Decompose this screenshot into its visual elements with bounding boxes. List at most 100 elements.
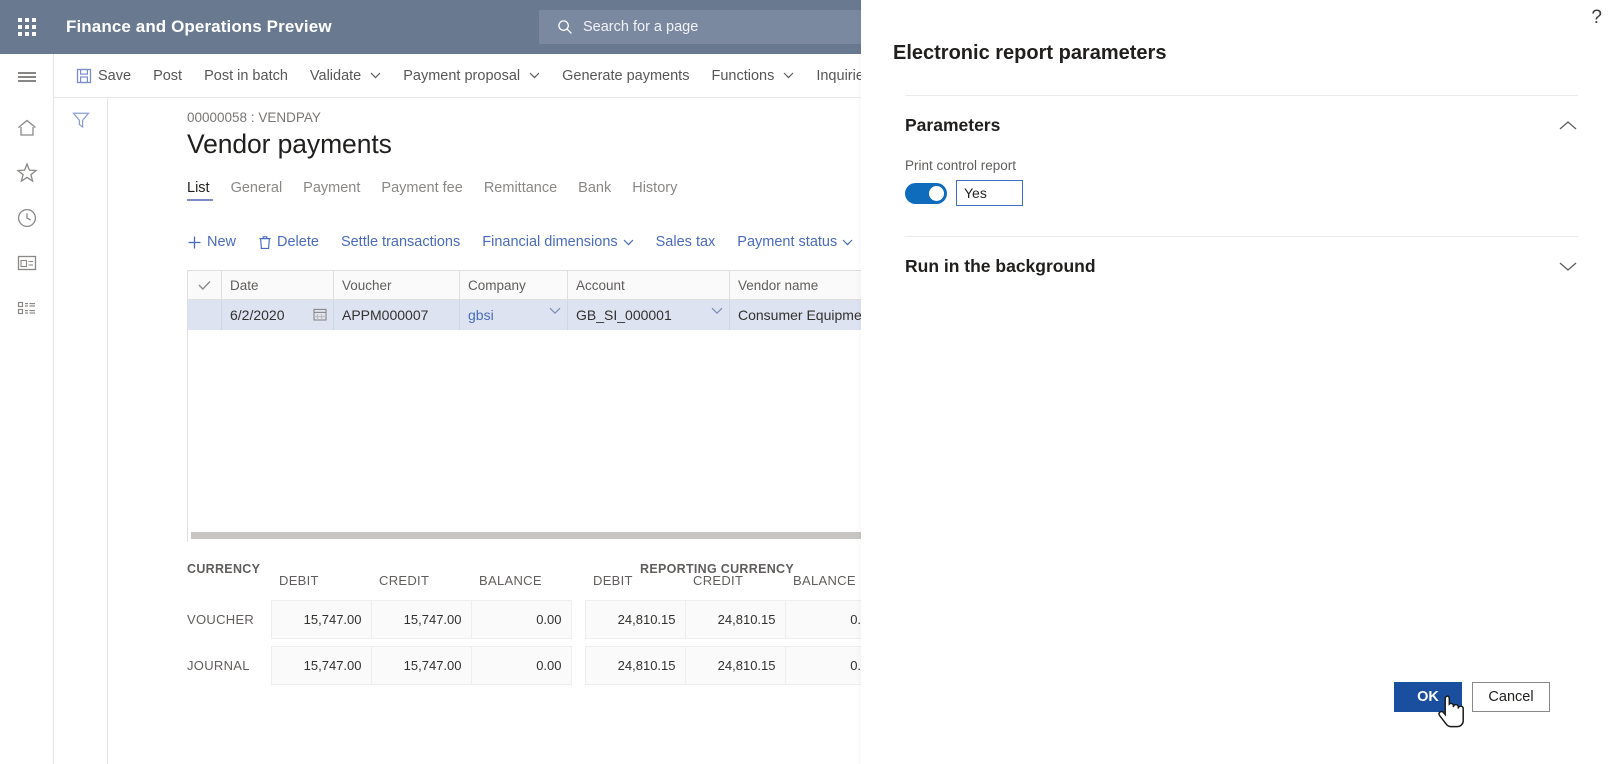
totals-value: 15,747.00 <box>370 599 472 639</box>
sidebar-item-modules[interactable] <box>0 285 54 330</box>
settle-transactions-button[interactable]: Settle transactions <box>341 234 460 250</box>
financial-dimensions-button[interactable]: Financial dimensions <box>482 234 634 250</box>
chevron-up-icon[interactable] <box>1558 120 1578 131</box>
hamburger-icon[interactable] <box>0 54 54 99</box>
home-icon <box>18 119 36 136</box>
chevron-down-icon[interactable] <box>711 307 723 315</box>
toolbar-item-post[interactable]: Post <box>142 54 193 97</box>
tab-payment[interactable]: Payment <box>303 174 381 205</box>
toolbar-item-functions[interactable]: Functions <box>700 54 805 97</box>
toolbar-item-save[interactable]: Save <box>54 54 142 97</box>
totals-table: DEBIT CREDIT BALANCE DEBIT CREDIT BALANC… <box>187 562 886 685</box>
tab-list[interactable]: List <box>187 174 231 205</box>
grid-header-company[interactable]: Company <box>460 271 568 300</box>
tab-general[interactable]: General <box>231 174 304 205</box>
command-label: Sales tax <box>655 234 716 250</box>
sidebar-item-workspaces[interactable] <box>0 240 54 285</box>
hamburger-icon-glyph <box>18 71 36 82</box>
toolbar-item-label: Save <box>98 67 132 84</box>
toolbar-item-label: Payment proposal <box>403 67 521 84</box>
chevron-down-icon[interactable] <box>1558 261 1578 272</box>
toolbar-item-validate[interactable]: Validate <box>299 54 392 97</box>
tab-remittance[interactable]: Remittance <box>484 174 578 205</box>
filter-pane-column <box>54 98 108 764</box>
sidebar-item-home[interactable] <box>0 105 54 150</box>
totals-row-journal: JOURNAL 15,747.00 15,747.00 0.00 24,810.… <box>187 645 886 685</box>
command-label: Payment status <box>737 234 838 250</box>
workspace-icon <box>17 255 37 270</box>
section-parameters-header[interactable]: Parameters <box>905 96 1578 154</box>
section-run-in-the-background: Run in the background <box>905 236 1578 295</box>
totals-col-debit: DEBIT <box>279 573 319 589</box>
totals-value: 24,810.15 <box>684 599 786 639</box>
toolbar-item-post-in-batch[interactable]: Post in batch <box>193 54 299 97</box>
grid-header-date[interactable]: Date <box>222 271 334 300</box>
print-control-report-toggle[interactable] <box>905 182 947 204</box>
command-label: Financial dimensions <box>482 234 618 250</box>
tab-bank[interactable]: Bank <box>578 174 632 205</box>
sidebar-item-recent[interactable] <box>0 195 54 240</box>
section-run-in-the-background-header[interactable]: Run in the background <box>905 237 1578 295</box>
cell-value: gbsi <box>468 307 494 323</box>
tab-label: History <box>632 180 678 196</box>
totals-row-label: JOURNAL <box>187 657 250 673</box>
cancel-button[interactable]: Cancel <box>1472 682 1550 712</box>
section-title: Run in the background <box>905 255 1096 276</box>
toggle-knob <box>929 185 944 201</box>
waffle-grid-icon[interactable] <box>0 0 54 54</box>
tab-payment-fee[interactable]: Payment fee <box>381 174 483 205</box>
tab-label: General <box>230 180 283 196</box>
grid-header-select-all[interactable] <box>188 271 222 300</box>
cell-value: Consumer Equipment <box>738 307 874 323</box>
toolbar-item-label: Functions <box>711 67 775 84</box>
section-title: Parameters <box>905 114 1001 135</box>
dialog-footer: OK Cancel <box>1394 682 1550 712</box>
print-control-report-field: Yes <box>905 180 1578 206</box>
tab-history[interactable]: History <box>632 174 698 205</box>
toolbar-item-generate-payments[interactable]: Generate payments <box>551 54 700 97</box>
sidebar-item-favorites[interactable] <box>0 150 54 195</box>
chevron-down-icon[interactable] <box>549 307 561 315</box>
sales-tax-button[interactable]: Sales tax <box>656 234 716 250</box>
toolbar-item-payment-proposal[interactable]: Payment proposal <box>392 54 551 97</box>
cell-account[interactable]: GB_SI_000001 <box>568 300 730 330</box>
electronic-report-parameters-dialog: ? Electronic report parameters Parameter… <box>861 0 1620 764</box>
totals-row-label: VOUCHER <box>187 611 255 627</box>
dialog-sections: Parameters Print control report Yes Run … <box>905 95 1578 295</box>
app-window: Finance and Operations Preview Search fo… <box>0 0 1620 764</box>
totals-row-voucher: VOUCHER 15,747.00 15,747.00 0.00 24,810.… <box>187 599 886 639</box>
cell-voucher[interactable]: APPM000007 <box>334 300 460 330</box>
totals-value: 0.00 <box>470 599 572 639</box>
print-control-report-label: Print control report <box>905 158 1017 173</box>
calendar-icon[interactable] <box>313 307 327 321</box>
delete-button[interactable]: Delete <box>258 234 319 250</box>
filter-funnel-icon[interactable] <box>71 110 91 130</box>
chevron-down-icon <box>623 239 634 245</box>
checkmark-icon <box>198 280 211 290</box>
totals-value: 15,747.00 <box>370 645 472 685</box>
cell-value: APPM000007 <box>342 307 429 323</box>
totals-value: 24,810.15 <box>584 645 686 685</box>
totals-value: 0.00 <box>470 645 572 685</box>
dialog-title: Electronic report parameters <box>893 42 1167 64</box>
list-icon <box>17 301 35 314</box>
totals-value: 24,810.15 <box>684 645 786 685</box>
search-icon <box>558 20 572 34</box>
chevron-down-icon <box>842 239 853 245</box>
section-parameters-body: Print control report Yes <box>905 154 1578 236</box>
totals-value: 15,747.00 <box>270 645 372 685</box>
ok-button[interactable]: OK <box>1394 682 1462 712</box>
plus-icon <box>188 236 201 248</box>
cell-date[interactable]: 6/2/2020 <box>222 300 334 330</box>
cell-company[interactable]: gbsi <box>460 300 568 330</box>
new-button[interactable]: New <box>187 234 236 250</box>
totals-col-credit: CREDIT <box>379 573 430 589</box>
tab-label: Payment fee <box>381 180 463 196</box>
print-control-report-value[interactable]: Yes <box>956 180 1023 206</box>
app-title: Finance and Operations Preview <box>66 17 332 36</box>
payment-status-button[interactable]: Payment status <box>737 234 853 250</box>
help-icon[interactable]: ? <box>1591 8 1602 27</box>
row-select-cell[interactable] <box>188 300 222 330</box>
grid-header-voucher[interactable]: Voucher <box>334 271 460 300</box>
grid-header-account[interactable]: Account <box>568 271 730 300</box>
